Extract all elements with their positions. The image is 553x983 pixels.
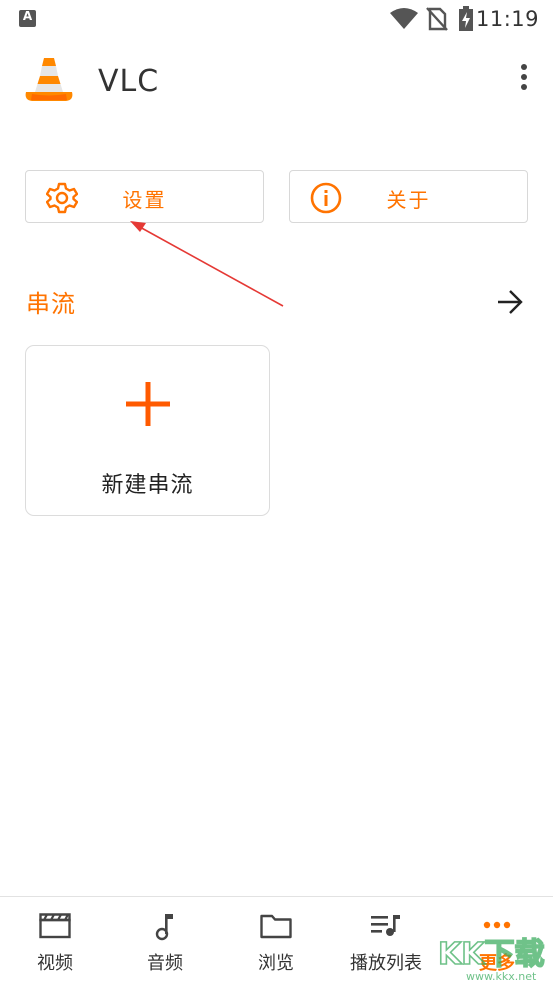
- arrow-right-icon[interactable]: [496, 288, 524, 316]
- video-icon: [39, 913, 71, 939]
- about-label: 关于: [386, 188, 431, 212]
- streaming-section-title: 串流: [26, 290, 76, 318]
- nav-item-video[interactable]: 视频: [0, 897, 110, 983]
- vlc-logo-icon: [25, 58, 73, 101]
- new-stream-label: 新建串流: [101, 473, 194, 498]
- keyboard-indicator-icon: [19, 9, 36, 27]
- playlist-icon: [371, 915, 400, 936]
- music-note-icon: [155, 914, 173, 941]
- wifi-icon: [390, 8, 418, 29]
- new-stream-card[interactable]: 新建串流: [25, 345, 270, 516]
- settings-label: 设置: [122, 188, 167, 212]
- nav-label-video: 视频: [37, 953, 73, 974]
- no-sim-icon: [426, 7, 448, 31]
- status-bar: 11:19: [0, 0, 553, 38]
- battery-charging-icon: [459, 6, 473, 31]
- overflow-menu-icon[interactable]: [517, 64, 531, 96]
- more-dots-icon: [483, 921, 511, 929]
- nav-item-browse[interactable]: 浏览: [221, 897, 331, 983]
- nav-item-playlists[interactable]: 播放列表: [331, 897, 441, 983]
- bottom-navigation: 视频 音频 浏览 播放列表 更多: [0, 896, 553, 983]
- about-button[interactable]: 关于: [289, 170, 528, 223]
- settings-button[interactable]: 设置: [25, 170, 264, 223]
- plus-icon: [126, 382, 170, 426]
- app-bar: VLC: [0, 40, 553, 124]
- nav-label-browse: 浏览: [258, 953, 294, 974]
- nav-item-more[interactable]: 更多: [442, 897, 552, 983]
- folder-icon: [260, 914, 292, 939]
- nav-item-audio[interactable]: 音频: [110, 897, 220, 983]
- app-title: VLC: [98, 64, 160, 99]
- nav-label-audio: 音频: [147, 953, 183, 974]
- clock: 11:19: [475, 7, 539, 31]
- nav-label-more: 更多: [479, 953, 515, 974]
- nav-label-playlists: 播放列表: [350, 953, 422, 974]
